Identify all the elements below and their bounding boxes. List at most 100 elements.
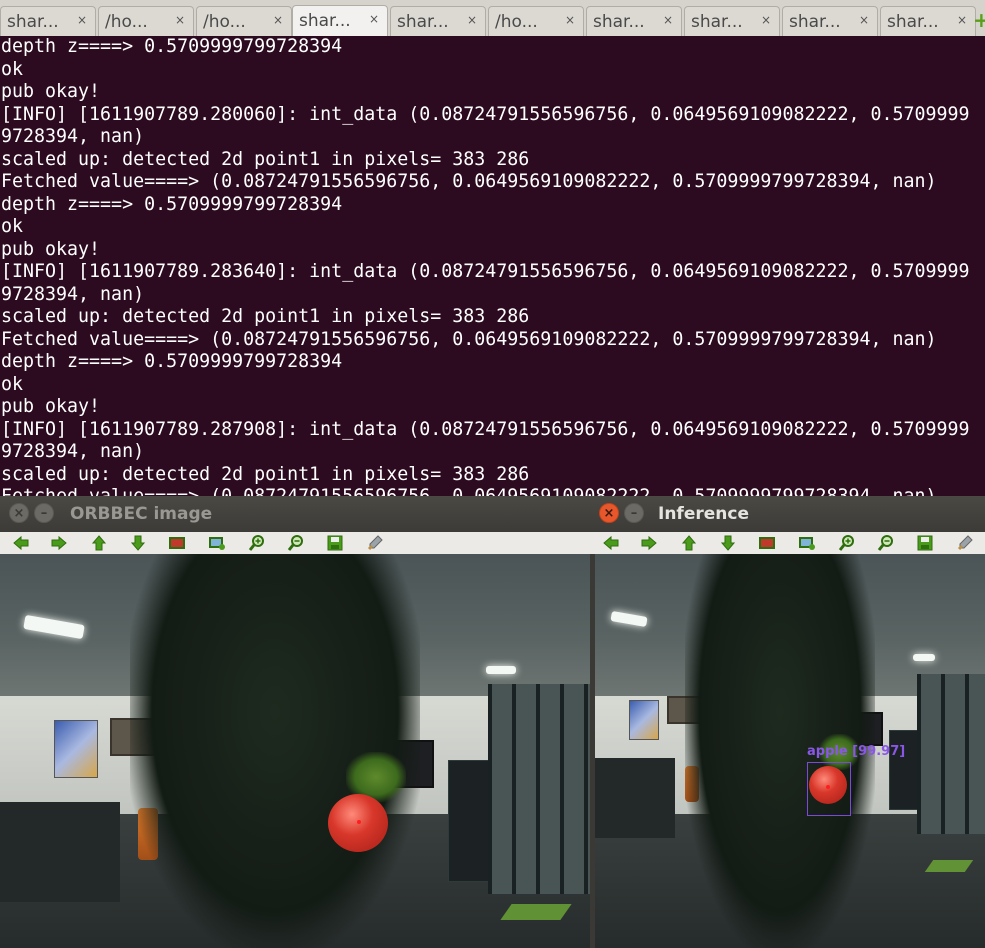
- terminal-line: pub okay!: [1, 238, 101, 260]
- tab-close-icon[interactable]: ×: [77, 13, 87, 27]
- window-title: ORBBEC image: [70, 504, 213, 524]
- terminal-line: [INFO] [1611907789.280060]: int_data (0.…: [1, 103, 970, 125]
- tab-label: /ho...: [203, 12, 246, 32]
- terminal-line: [INFO] [1611907789.287908]: int_data (0.…: [1, 418, 970, 440]
- window-title: Inference: [658, 504, 749, 524]
- new-tab-icon[interactable]: +: [973, 8, 985, 32]
- tab-label: shar...: [887, 12, 939, 32]
- tab-label: shar...: [397, 12, 449, 32]
- image-toolbar: [590, 532, 985, 554]
- tab-close-icon[interactable]: ×: [761, 13, 771, 27]
- zoom-out-icon[interactable]: [287, 534, 305, 552]
- tab-close-icon[interactable]: ×: [663, 13, 673, 27]
- orbbec-window-titlebar[interactable]: × – ORBBEC image: [0, 496, 590, 532]
- wall-poster: [54, 720, 98, 778]
- tab-label: shar...: [593, 12, 645, 32]
- terminal-tab[interactable]: shar... ×: [390, 6, 486, 36]
- floor-mat: [500, 904, 572, 920]
- terminal-line: depth z====> 0.5709999799728394: [1, 193, 343, 215]
- terminal-tab[interactable]: shar... ×: [292, 5, 388, 36]
- ceiling-light: [486, 666, 516, 674]
- terminal-line: ok: [1, 58, 24, 80]
- tab-close-icon[interactable]: ×: [467, 13, 477, 27]
- wall-poster: [629, 700, 659, 740]
- terminal-tab[interactable]: /ho... ×: [98, 6, 194, 36]
- inference-image: apple [99.97]: [595, 554, 985, 948]
- zoom-fit-icon[interactable]: [168, 534, 186, 552]
- tab-close-icon[interactable]: ×: [957, 13, 967, 27]
- glass-partition: [488, 684, 590, 894]
- glass-partition: [917, 674, 985, 834]
- pan-right-icon[interactable]: [50, 534, 68, 552]
- terminal-tab[interactable]: shar... ×: [684, 6, 780, 36]
- zoom-in-icon[interactable]: [248, 534, 266, 552]
- pan-up-icon[interactable]: [90, 534, 108, 552]
- terminal-line: scaled up: detected 2d point1 in pixels=…: [1, 148, 530, 170]
- tab-label: /ho...: [105, 12, 148, 32]
- terminal-line: pub okay!: [1, 81, 101, 102]
- terminal-tab[interactable]: /ho... ×: [196, 6, 292, 36]
- pan-right-icon[interactable]: [640, 534, 658, 552]
- terminal-line: 9728394, nan): [1, 283, 145, 305]
- terminal-tab[interactable]: shar... ×: [586, 6, 682, 36]
- detected-point-marker: [357, 820, 361, 824]
- detection-bounding-box: [807, 762, 851, 816]
- terminal-line: 9728394, nan): [1, 126, 145, 147]
- tab-label: shar...: [789, 12, 841, 32]
- terminal-tab[interactable]: /ho... ×: [488, 6, 584, 36]
- inference-window: × – Inference apple [99.97]: [590, 496, 985, 948]
- close-icon[interactable]: ×: [9, 503, 29, 523]
- terminal-tab[interactable]: shar... ×: [0, 6, 96, 36]
- office-desk: [0, 802, 120, 902]
- tab-close-icon[interactable]: ×: [369, 12, 379, 26]
- terminal-line: ok: [1, 216, 24, 237]
- properties-icon[interactable]: [956, 534, 974, 552]
- christmas-tree: [130, 554, 420, 948]
- inference-window-titlebar[interactable]: × – Inference: [590, 496, 985, 532]
- terminal-line: Fetched value====> (0.08724791556596756,…: [1, 328, 937, 350]
- office-desk: [595, 758, 675, 838]
- tab-close-icon[interactable]: ×: [175, 13, 185, 27]
- tab-label: /ho...: [495, 12, 538, 32]
- zoom-in-icon[interactable]: [838, 534, 856, 552]
- save-icon[interactable]: [916, 534, 934, 552]
- terminal-line: scaled up: detected 2d point1 in pixels=…: [1, 306, 530, 327]
- tab-close-icon[interactable]: ×: [859, 13, 869, 27]
- tab-close-icon[interactable]: ×: [273, 13, 283, 27]
- terminal-line: [INFO] [1611907789.283640]: int_data (0.…: [1, 261, 970, 282]
- zoom-out-icon[interactable]: [877, 534, 895, 552]
- zoom-original-icon[interactable]: [798, 534, 816, 552]
- orbbec-camera-image: [0, 554, 590, 948]
- terminal-line: depth z====> 0.5709999799728394: [1, 36, 343, 57]
- properties-icon[interactable]: [366, 534, 384, 552]
- ceiling-light: [913, 654, 935, 661]
- terminal-output[interactable]: depth z====> 0.5709999799728394 ok pub oka…: [0, 36, 985, 496]
- shelf-cabinet: [448, 760, 492, 882]
- terminal-line: pub okay!: [1, 396, 101, 417]
- save-icon[interactable]: [326, 534, 344, 552]
- orbbec-image-window: × – ORBBEC image: [0, 496, 590, 948]
- terminal-line: 9728394, nan): [1, 441, 145, 462]
- close-icon[interactable]: ×: [599, 503, 619, 523]
- pan-down-icon[interactable]: [129, 534, 147, 552]
- pan-left-icon[interactable]: [12, 534, 30, 552]
- pan-up-icon[interactable]: [680, 534, 698, 552]
- terminal-tab-bar: shar... × shar... × shar... × shar... ×/ho... × s…: [0, 0, 985, 37]
- terminal-tab[interactable]: shar... ×: [782, 6, 878, 36]
- zoom-original-icon[interactable]: [208, 534, 226, 552]
- floor-mat: [924, 860, 974, 872]
- tab-close-icon[interactable]: ×: [565, 13, 575, 27]
- tab-label: shar...: [691, 12, 743, 32]
- tab-label: shar...: [7, 12, 59, 32]
- terminal-line: scaled up: detected 2d point1 in pixels=…: [1, 463, 530, 485]
- tab-label: shar...: [299, 11, 351, 31]
- pan-down-icon[interactable]: [719, 534, 737, 552]
- terminal-tab[interactable]: shar... ×: [880, 6, 976, 36]
- zoom-fit-icon[interactable]: [758, 534, 776, 552]
- detection-label: apple [99.97]: [807, 744, 906, 759]
- pan-left-icon[interactable]: [602, 534, 620, 552]
- minimize-icon[interactable]: –: [624, 503, 644, 523]
- image-toolbar: [0, 532, 590, 554]
- minimize-icon[interactable]: –: [34, 503, 54, 523]
- terminal-line: Fetched value====> (0.08724791556596756,…: [0, 486, 985, 496]
